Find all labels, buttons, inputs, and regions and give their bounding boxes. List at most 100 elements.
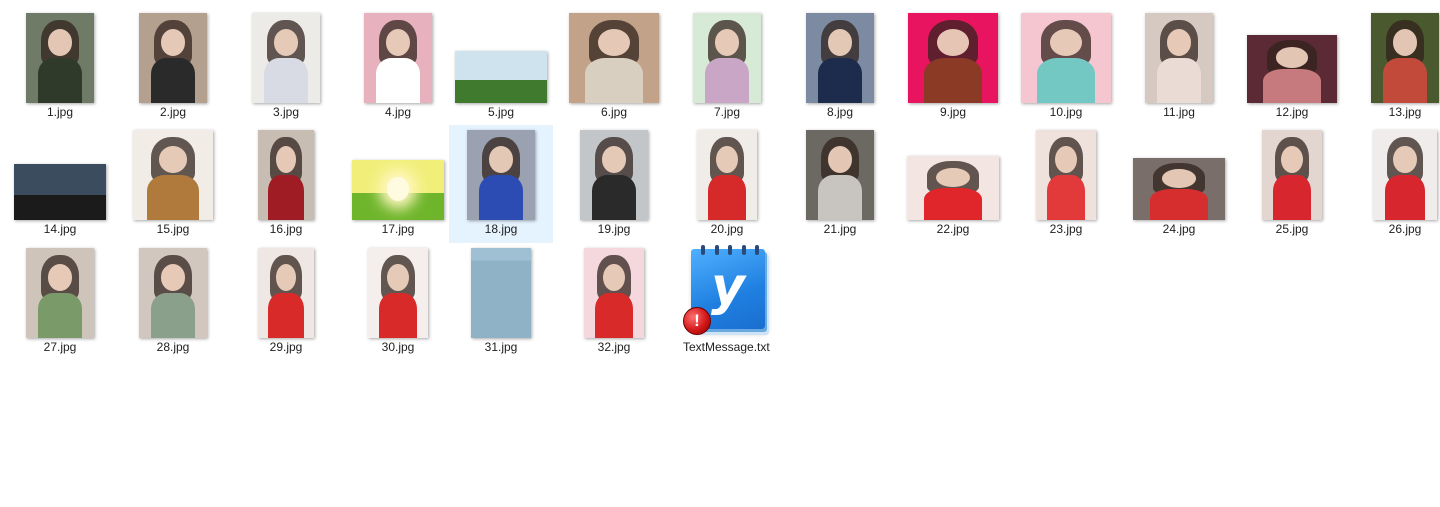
- file-item[interactable]: 19.jpg: [562, 125, 666, 243]
- file-item[interactable]: 1.jpg: [8, 8, 112, 126]
- file-item[interactable]: 3.jpg: [234, 8, 338, 126]
- thumbnail-body: [1263, 69, 1321, 103]
- image-thumbnail: [352, 160, 444, 220]
- image-thumbnail: [1373, 130, 1437, 220]
- file-item[interactable]: 14.jpg: [8, 125, 112, 243]
- thumbnail-frame: [568, 10, 660, 103]
- file-item[interactable]: 12.jpg: [1240, 8, 1344, 126]
- thumbnail-frame: [352, 127, 444, 220]
- thumbnail-face: [716, 146, 738, 174]
- file-item[interactable]: 9.jpg: [901, 8, 1005, 126]
- thumbnail-face: [1393, 146, 1417, 174]
- file-name-label: 16.jpg: [269, 222, 303, 236]
- file-name-label: 25.jpg: [1275, 222, 1309, 236]
- file-item[interactable]: 13.jpg: [1353, 8, 1440, 126]
- image-thumbnail: [693, 13, 761, 103]
- thumbnail-sky: [14, 164, 106, 195]
- thumbnail-body: [268, 175, 304, 220]
- file-item[interactable]: 27.jpg: [8, 243, 112, 361]
- image-thumbnail: [14, 164, 106, 220]
- thumbnail-body: [707, 175, 747, 220]
- thumbnail-frame: [568, 127, 660, 220]
- thumbnail-body: [38, 293, 82, 338]
- image-thumbnail: [26, 248, 94, 338]
- thumbnail-land: [14, 194, 106, 220]
- file-name-label: 10.jpg: [1049, 105, 1083, 119]
- thumbnail-face: [1275, 47, 1309, 68]
- file-item[interactable]: 2.jpg: [121, 8, 225, 126]
- error-badge-icon: !: [683, 307, 711, 335]
- file-name-label: 12.jpg: [1275, 105, 1309, 119]
- file-explorer-view: 1.jpg 2.jpg 3.jpg 4.jpg 5.jpg 6.jpg 7.jpg 8.jpg…: [0, 0, 1440, 507]
- image-thumbnail: [1145, 13, 1213, 103]
- file-name-label: 28.jpg: [156, 340, 190, 354]
- file-item[interactable]: 7.jpg: [675, 8, 779, 126]
- file-item[interactable]: 31.jpg: [449, 243, 553, 361]
- thumbnail-frame: [1133, 127, 1225, 220]
- image-thumbnail: [697, 130, 757, 220]
- image-thumbnail: [908, 13, 998, 103]
- thumbnail-frame: [455, 245, 547, 338]
- image-thumbnail: [258, 130, 314, 220]
- file-name-label: 24.jpg: [1162, 222, 1196, 236]
- thumbnail-frame: [1020, 10, 1112, 103]
- thumbnail-body: [1383, 58, 1427, 103]
- file-item[interactable]: 10.jpg: [1014, 8, 1118, 126]
- file-item[interactable]: 6.jpg: [562, 8, 666, 126]
- file-item[interactable]: 30.jpg: [346, 243, 450, 361]
- file-item[interactable]: 8.jpg: [788, 8, 892, 126]
- file-name-label: 2.jpg: [159, 105, 187, 119]
- file-item[interactable]: 17.jpg: [346, 125, 450, 243]
- file-name-label: 4.jpg: [384, 105, 412, 119]
- file-item[interactable]: 29.jpg: [234, 243, 338, 361]
- thumbnail-body: [1037, 58, 1095, 103]
- file-item[interactable]: 25.jpg: [1240, 125, 1344, 243]
- thumbnail-frame: [1359, 127, 1440, 220]
- binder-rings-icon: [701, 245, 759, 255]
- image-thumbnail: [471, 248, 531, 338]
- thumbnail-frame: [1246, 10, 1338, 103]
- thumbnail-body: [818, 58, 862, 103]
- file-name-label: 7.jpg: [713, 105, 741, 119]
- thumbnail-frame: [127, 245, 219, 338]
- image-thumbnail: [364, 13, 432, 103]
- file-item[interactable]: 28.jpg: [121, 243, 225, 361]
- file-item[interactable]: 4.jpg: [346, 8, 450, 126]
- file-item[interactable]: 5.jpg: [449, 8, 553, 126]
- thumbnail-frame: [240, 10, 332, 103]
- thumbnail-frame: [568, 245, 660, 338]
- thumbnail-frame: [455, 127, 547, 220]
- file-item[interactable]: 11.jpg: [1127, 8, 1231, 126]
- thumbnail-frame: [14, 127, 106, 220]
- file-item[interactable]: 22.jpg: [901, 125, 1005, 243]
- file-item[interactable]: 15.jpg: [121, 125, 225, 243]
- thumbnail-body: [924, 58, 982, 103]
- file-item[interactable]: 16.jpg: [234, 125, 338, 243]
- thumbnail-body: [705, 58, 749, 103]
- thumbnail-body: [147, 175, 199, 220]
- file-item[interactable]: 21.jpg: [788, 125, 892, 243]
- thumbnail-body: [151, 58, 195, 103]
- thumbnail-body: [923, 188, 983, 220]
- file-item[interactable]: 26.jpg: [1353, 125, 1440, 243]
- file-name-label: 22.jpg: [936, 222, 970, 236]
- file-item[interactable]: 32.jpg: [562, 243, 666, 361]
- image-thumbnail: [1036, 130, 1096, 220]
- file-item-textmessage[interactable]: y! TextMessage.txt: [675, 243, 779, 378]
- thumbnail-frame: [240, 127, 332, 220]
- thumbnail-frame: [455, 10, 547, 103]
- file-name-label: 32.jpg: [597, 340, 631, 354]
- file-item[interactable]: 20.jpg: [675, 125, 779, 243]
- thumbnail-face: [1281, 146, 1303, 174]
- thumbnail-body: [151, 293, 195, 338]
- file-name-label: 17.jpg: [381, 222, 415, 236]
- file-item[interactable]: 18.jpg: [449, 125, 553, 243]
- thumbnail-frame: [907, 127, 999, 220]
- thumbnail-body: [1046, 175, 1086, 220]
- thumbnail-body: [376, 58, 420, 103]
- thumbnail-frame: [794, 10, 886, 103]
- file-item[interactable]: 24.jpg: [1127, 125, 1231, 243]
- file-name-label: 15.jpg: [156, 222, 190, 236]
- file-item[interactable]: 23.jpg: [1014, 125, 1118, 243]
- image-thumbnail: [1247, 35, 1337, 103]
